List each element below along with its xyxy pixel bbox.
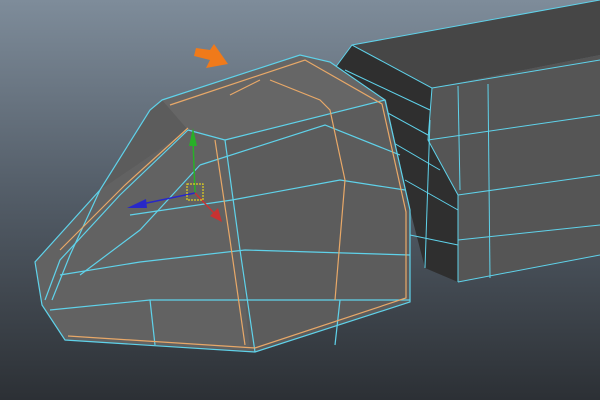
selected-nose-mesh[interactable] [34,54,411,353]
3d-viewport[interactable] [0,0,600,400]
orange-arrow-icon [194,44,228,68]
nose-front-face [35,130,250,350]
